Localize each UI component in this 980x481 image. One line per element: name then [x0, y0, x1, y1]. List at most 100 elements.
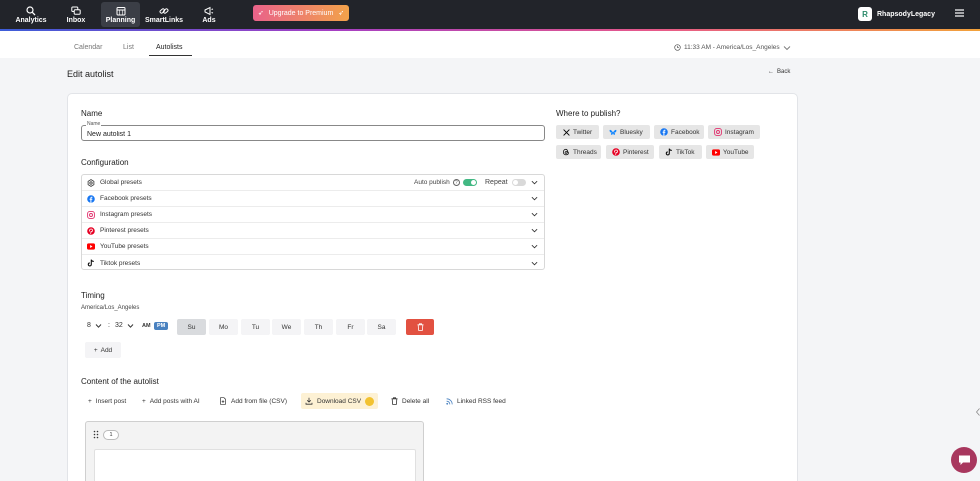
platform-chip-tiktok[interactable]: TikTok	[659, 145, 702, 159]
add-time-slot-button[interactable]: + Add	[85, 342, 121, 358]
chevron-down-icon[interactable]	[531, 195, 538, 202]
pm-toggle[interactable]: PM	[154, 322, 169, 330]
add-posts-ai-button[interactable]: + Add posts with AI	[138, 393, 204, 409]
link-icon	[159, 7, 169, 14]
hour-select[interactable]: 8	[87, 322, 102, 329]
platform-chip-instagram[interactable]: Instagram	[708, 125, 760, 139]
download-csv-button[interactable]: Download CSV	[301, 393, 379, 409]
platform-chip-label: Threads	[573, 148, 597, 156]
platform-chip-label: Pinterest	[623, 148, 649, 156]
chevron-down-icon[interactable]	[531, 227, 538, 234]
day-button-th[interactable]: Th	[304, 319, 333, 335]
minute-select[interactable]: 32	[115, 322, 134, 329]
config-row-label: Tiktok presets	[100, 259, 141, 267]
config-row-tiktok-presets[interactable]: Tiktok presets	[82, 255, 544, 271]
timing-section-title: Timing	[81, 291, 105, 300]
configuration-section-title: Configuration	[81, 158, 129, 167]
chevron-down-icon[interactable]	[531, 179, 538, 186]
chevron-down-icon[interactable]	[531, 260, 538, 267]
platform-chip-label: Twitter	[573, 128, 593, 136]
day-button-tu[interactable]: Tu	[241, 319, 270, 335]
drag-handle-icon[interactable]	[93, 430, 99, 439]
auto-publish-label: Auto publish	[414, 179, 450, 186]
name-field-legend: Name	[86, 121, 102, 127]
info-icon[interactable]: ?	[452, 179, 460, 186]
support-chat-button[interactable]	[951, 447, 977, 473]
insert-post-button[interactable]: + Insert post	[84, 393, 130, 409]
nav-item-smartlinks[interactable]: SmartLinks	[144, 2, 184, 27]
tab-list[interactable]: List	[123, 44, 134, 51]
minute-value: 32	[115, 322, 123, 329]
scroll-arrow-icon[interactable]	[976, 408, 980, 416]
account-switcher[interactable]: R RhapsodyLegacy	[858, 6, 935, 22]
autolist-name-field[interactable]: Name	[81, 121, 545, 141]
content-section-title: Content of the autolist	[81, 377, 159, 386]
auto-publish-toggle[interactable]	[462, 179, 477, 186]
chat-bubble-icon	[958, 455, 970, 465]
youtube-icon	[87, 243, 95, 251]
upgrade-premium-label: Upgrade to Premium	[268, 9, 334, 17]
nav-item-label: Inbox	[66, 16, 86, 24]
upgrade-premium-button[interactable]: ➶ Upgrade to Premium ➶	[253, 5, 349, 21]
repeat-toggle[interactable]	[511, 179, 526, 186]
autolist-name-input[interactable]	[87, 129, 537, 139]
day-button-su[interactable]: Su	[177, 319, 206, 335]
platform-chip-pinterest[interactable]: Pinterest	[606, 145, 654, 159]
rss-icon	[446, 397, 453, 405]
back-button[interactable]: ← Back	[768, 69, 790, 75]
insert-post-label: Insert post	[95, 397, 127, 405]
calendar-icon	[116, 6, 125, 15]
tiktok-icon	[87, 259, 95, 267]
avatar: R	[858, 7, 872, 21]
config-row-youtube-presets[interactable]: YouTube presets	[82, 239, 544, 255]
config-row-global-presets[interactable]: Global presets Auto publish ? Repeat	[82, 175, 544, 191]
platform-chip-label: TikTok	[676, 148, 695, 156]
facebook-icon	[87, 194, 95, 203]
nav-item-ads[interactable]: Ads	[198, 2, 220, 27]
delete-all-button[interactable]: Delete all	[387, 393, 433, 409]
platform-chip-twitter[interactable]: Twitter	[556, 125, 599, 139]
megaphone-icon	[204, 6, 214, 15]
delete-all-label: Delete all	[402, 397, 430, 405]
nav-item-inbox[interactable]: Inbox	[62, 2, 90, 27]
rocket-icon: ➶	[257, 10, 264, 17]
menu-icon[interactable]	[955, 9, 964, 17]
facebook-icon	[660, 128, 668, 136]
plus-icon: +	[88, 397, 92, 405]
day-button-sa[interactable]: Sa	[367, 319, 396, 335]
page-title: Edit autolist	[67, 69, 114, 79]
config-row-label: Instagram presets	[100, 211, 153, 218]
am-toggle[interactable]: AM	[139, 322, 154, 330]
platform-chip-facebook[interactable]: Facebook	[654, 125, 704, 139]
day-button-we[interactable]: We	[272, 319, 301, 335]
day-button-mo[interactable]: Mo	[209, 319, 238, 335]
timezone-selector[interactable]: 11:33 AM - America/Los_Angeles	[674, 44, 791, 51]
download-icon	[305, 397, 313, 405]
repeat-control: Repeat	[485, 179, 526, 186]
platform-chip-bluesky[interactable]: Bluesky	[603, 125, 650, 139]
file-add-icon	[220, 397, 226, 405]
tab-autolists[interactable]: Autolists	[156, 44, 182, 51]
add-from-csv-button[interactable]: Add from file (CSV)	[215, 393, 291, 409]
planning-subnav: Calendar List Autolists 11:33 AM - Ameri…	[0, 31, 980, 58]
day-button-fr[interactable]: Fr	[336, 319, 365, 335]
nav-item-analytics[interactable]: Analytics	[14, 2, 48, 27]
platform-chip-youtube[interactable]: YouTube	[706, 145, 754, 159]
chevron-down-icon	[95, 323, 102, 328]
nav-item-planning[interactable]: Planning	[101, 2, 140, 27]
tab-calendar[interactable]: Calendar	[74, 44, 102, 51]
threads-icon	[562, 148, 570, 156]
post-text-editor[interactable]	[94, 449, 416, 481]
linked-rss-button[interactable]: Linked RSS feed	[442, 393, 510, 409]
platform-chip-threads[interactable]: Threads	[556, 145, 601, 159]
auto-publish-control: Auto publish ?	[414, 179, 477, 186]
delete-time-slot-button[interactable]	[406, 319, 434, 335]
config-row-instagram-presets[interactable]: Instagram presets	[82, 207, 544, 223]
chevron-down-icon	[783, 45, 790, 50]
pinterest-icon	[612, 148, 620, 156]
config-row-facebook-presets[interactable]: Facebook presets	[82, 191, 544, 207]
chevron-down-icon[interactable]	[531, 243, 538, 250]
config-row-pinterest-presets[interactable]: Pinterest presets	[82, 223, 544, 239]
chevron-down-icon[interactable]	[531, 211, 538, 218]
instagram-icon	[87, 210, 95, 219]
